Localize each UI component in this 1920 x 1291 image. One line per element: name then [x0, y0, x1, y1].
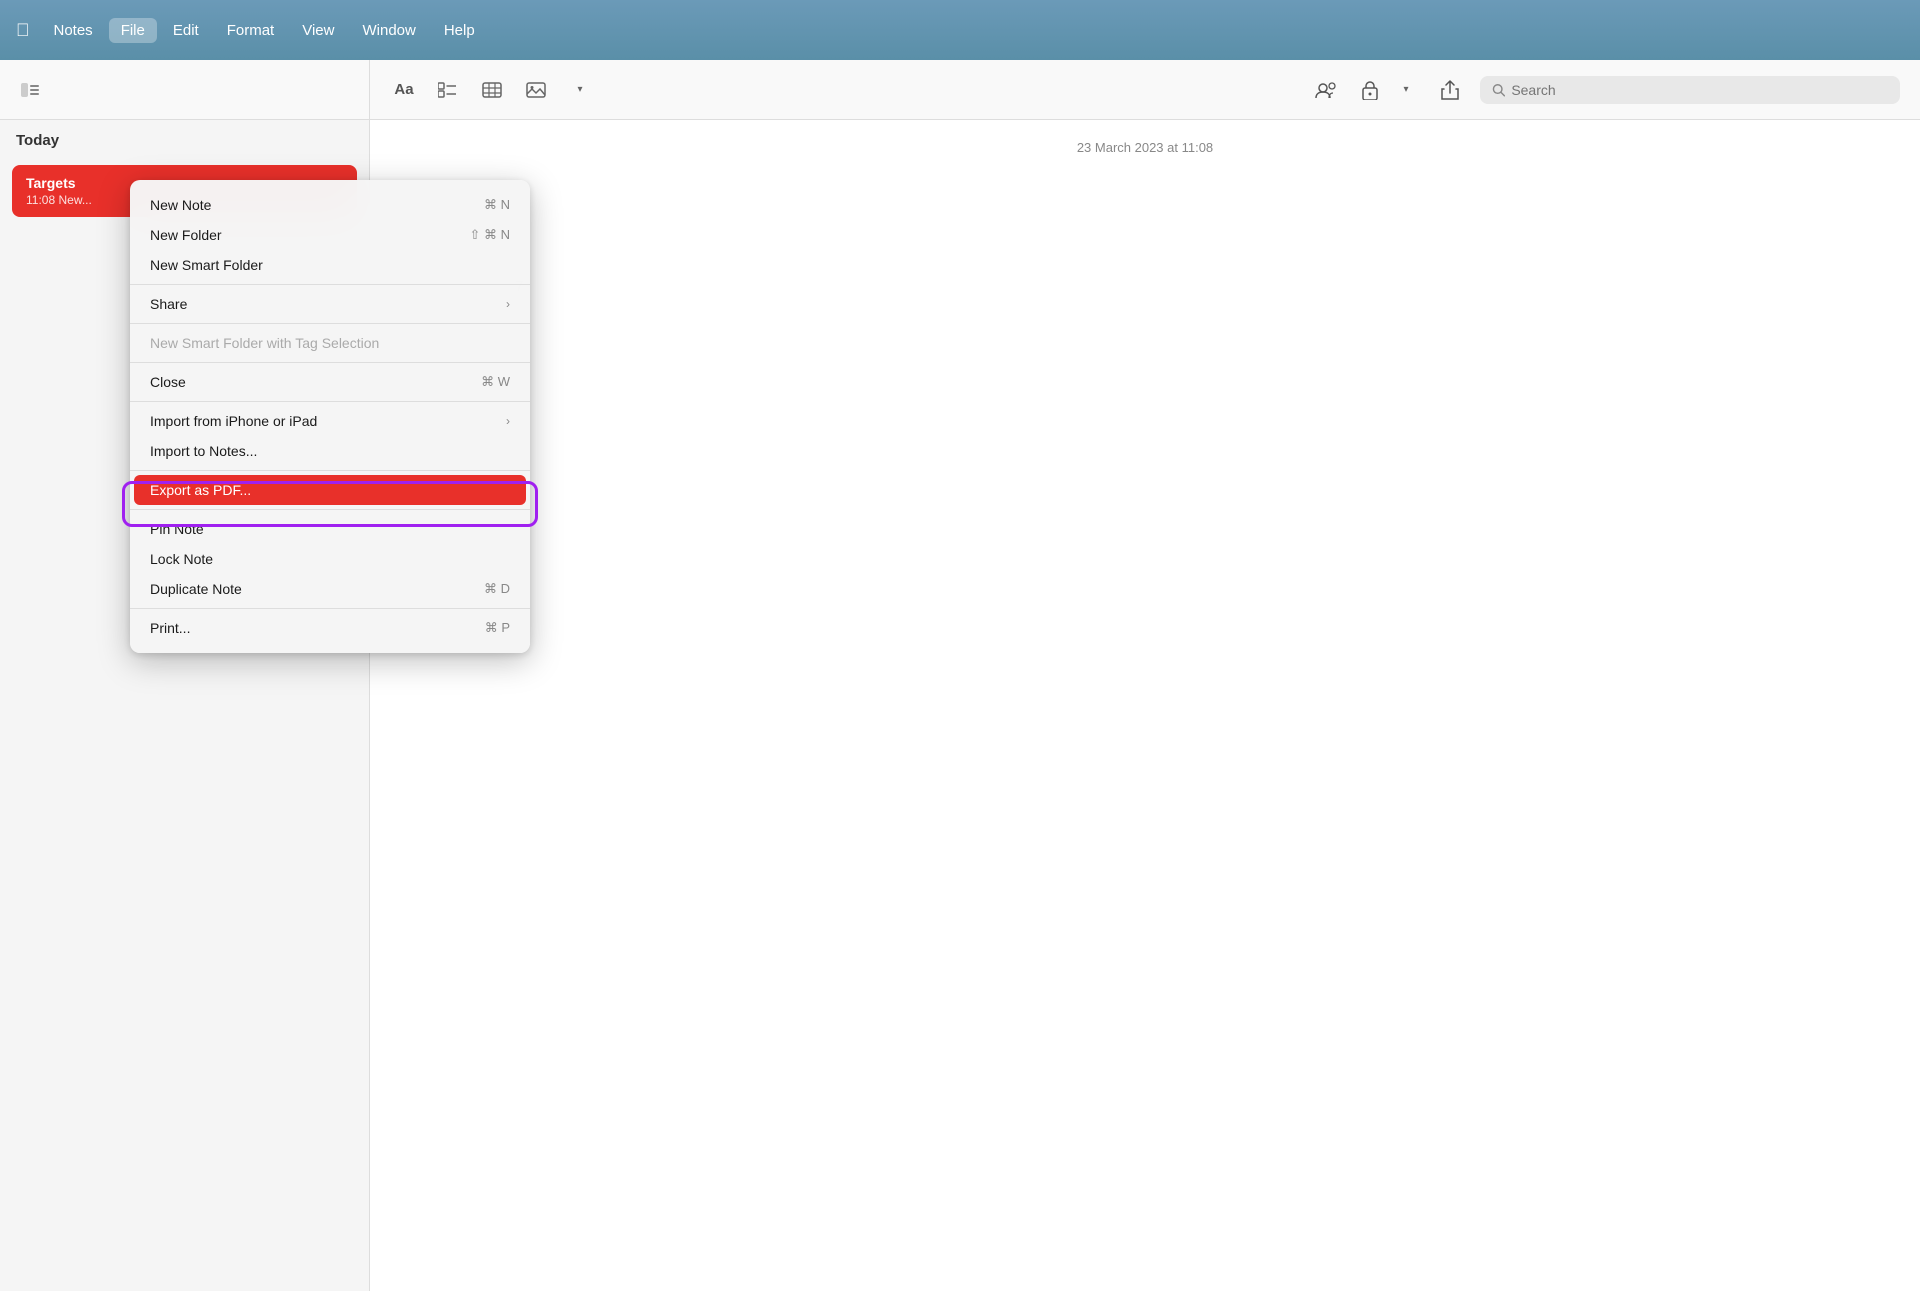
menu-section-note-actions: Pin Note Lock Note Duplicate Note ⌘ D [130, 510, 530, 609]
menu-new-note-label: New Note [150, 197, 211, 213]
menu-new-smart-folder-label: New Smart Folder [150, 257, 263, 273]
menu-print-label: Print... [150, 620, 190, 636]
menu-import-iphone[interactable]: Import from iPhone or iPad › [134, 406, 526, 436]
menu-export-pdf[interactable]: Export as PDF... [134, 475, 526, 505]
menu-file[interactable]: File [109, 18, 157, 43]
search-icon [1492, 83, 1505, 97]
menu-section-export: Export as PDF... [130, 471, 530, 510]
main-area: Today Targets 11:08 New... 23 March 2023… [0, 120, 1920, 1291]
menu-new-folder-shortcut: ⇧ ⌘ N [469, 227, 510, 243]
menu-import-iphone-arrow: › [506, 414, 510, 428]
menu-view[interactable]: View [290, 18, 346, 43]
menu-duplicate-note-shortcut: ⌘ D [484, 581, 510, 597]
menu-section-close: Close ⌘ W [130, 363, 530, 402]
menu-share-arrow: › [506, 297, 510, 311]
menu-duplicate-note-label: Duplicate Note [150, 581, 242, 597]
menu-window[interactable]: Window [350, 18, 427, 43]
menu-new-note[interactable]: New Note ⌘ N [134, 190, 526, 220]
menu-new-smart-folder[interactable]: New Smart Folder [134, 250, 526, 280]
menubar:  Notes File Edit Format View Window Hel… [0, 0, 1920, 60]
menu-export-pdf-label: Export as PDF... [150, 482, 251, 498]
content-toolbar: Aa [370, 60, 1920, 119]
font-size-icon[interactable]: Aa [390, 76, 418, 104]
note-line-3: Remaining - 7 [430, 275, 1860, 299]
lock-icon[interactable] [1356, 76, 1384, 104]
share-icon[interactable] [1436, 76, 1464, 104]
sidebar-today-header: Today [0, 120, 369, 157]
menu-section-tag: New Smart Folder with Tag Selection [130, 324, 530, 363]
menu-new-note-shortcut: ⌘ N [484, 197, 510, 213]
menu-lock-note[interactable]: Lock Note [134, 544, 526, 574]
file-menu-dropdown: New Note ⌘ N New Folder ⇧ ⌘ N New Smart … [130, 180, 530, 653]
menu-new-folder[interactable]: New Folder ⇧ ⌘ N [134, 220, 526, 250]
menu-print[interactable]: Print... ⌘ P [134, 613, 526, 643]
search-bar[interactable] [1480, 76, 1900, 104]
menu-edit[interactable]: Edit [161, 18, 211, 43]
image-icon[interactable] [522, 76, 550, 104]
menu-print-shortcut: ⌘ P [485, 620, 510, 636]
collaborate-icon[interactable] [1312, 76, 1340, 104]
menu-import-notes-label: Import to Notes... [150, 443, 257, 459]
note-line-days: Days [430, 195, 1860, 219]
lock-dropdown-icon[interactable]: ▾ [1392, 76, 1420, 104]
top-toolbar: Aa [0, 60, 1920, 120]
image-dropdown-icon[interactable]: ▾ [566, 76, 594, 104]
note-date: 23 March 2023 at 11:08 [370, 120, 1920, 175]
dropdown-menu-container: New Note ⌘ N New Folder ⇧ ⌘ N New Smart … [130, 180, 530, 653]
menu-new-smart-folder-tag-label: New Smart Folder with Tag Selection [150, 335, 379, 351]
menu-close[interactable]: Close ⌘ W [134, 367, 526, 397]
menu-share-label: Share [150, 296, 187, 312]
menu-format[interactable]: Format [215, 18, 287, 43]
menu-import-iphone-label: Import from iPhone or iPad [150, 413, 317, 429]
note-line-2: Updates - 3 [430, 251, 1860, 275]
menu-close-label: Close [150, 374, 186, 390]
menu-section-import: Import from iPhone or iPad › Import to N… [130, 402, 530, 471]
menu-pin-note[interactable]: Pin Note [134, 514, 526, 544]
menu-help[interactable]: Help [432, 18, 487, 43]
note-body: Days New - 4 Updates - 3 Remaining - 7 [370, 175, 1920, 319]
sidebar-toolbar [0, 60, 370, 119]
checklist-icon[interactable] [434, 76, 462, 104]
menu-section-share: Share › [130, 285, 530, 324]
menu-duplicate-note[interactable]: Duplicate Note ⌘ D [134, 574, 526, 604]
search-input[interactable] [1511, 82, 1888, 98]
menu-new-smart-folder-tag: New Smart Folder with Tag Selection [134, 328, 526, 358]
menu-pin-note-label: Pin Note [150, 521, 204, 537]
menu-notes[interactable]: Notes [42, 18, 105, 43]
menu-section-print: Print... ⌘ P [130, 609, 530, 647]
menu-close-shortcut: ⌘ W [481, 374, 510, 390]
table-icon[interactable] [478, 76, 506, 104]
content-area: 23 March 2023 at 11:08 Days New - 4 Upda… [370, 120, 1920, 1291]
menu-share[interactable]: Share › [134, 289, 526, 319]
menu-import-notes[interactable]: Import to Notes... [134, 436, 526, 466]
menu-new-folder-label: New Folder [150, 227, 222, 243]
menu-lock-note-label: Lock Note [150, 551, 213, 567]
menu-section-new: New Note ⌘ N New Folder ⇧ ⌘ N New Smart … [130, 186, 530, 285]
apple-logo-icon[interactable]:  [16, 20, 30, 41]
sidebar-toggle-icon[interactable] [16, 76, 44, 104]
note-line-1: New - 4 [430, 227, 1860, 251]
